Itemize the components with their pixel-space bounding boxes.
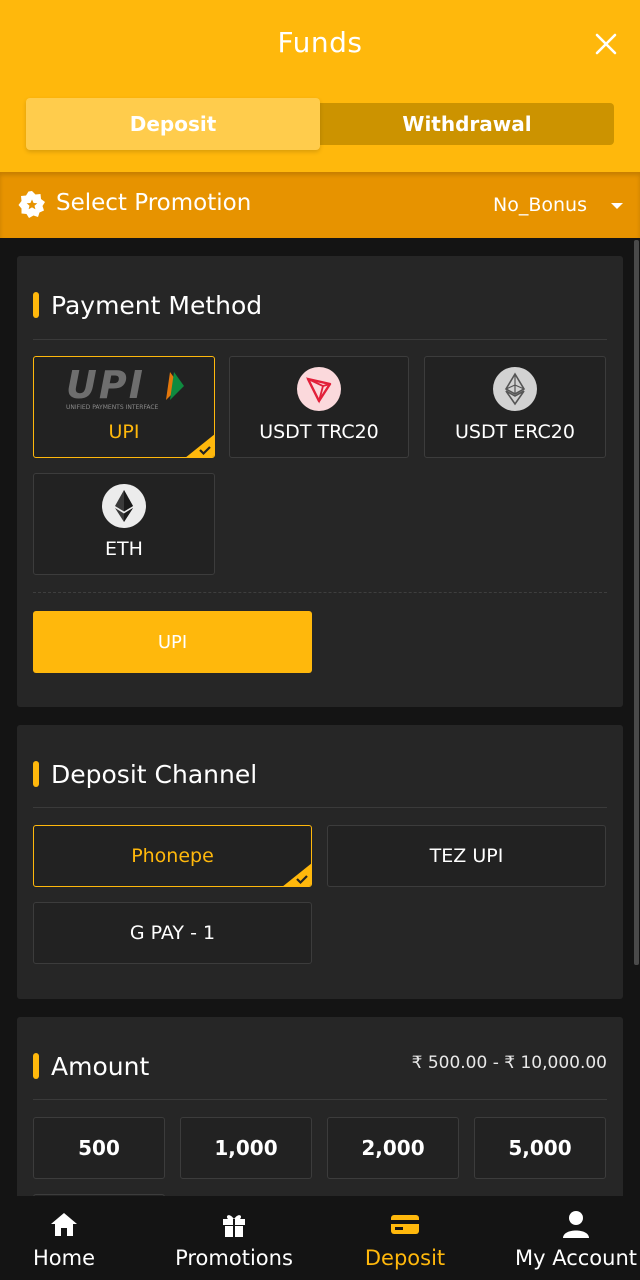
badge-icon <box>18 191 45 218</box>
payment-option-eth[interactable]: ETH <box>33 473 215 575</box>
upi-logo: UPI UNIFIED PAYMENTS INTERFACE <box>66 364 184 411</box>
nav-item-promotions[interactable]: Promotions <box>170 1196 298 1280</box>
title-accent-bar <box>33 1053 39 1079</box>
amount-preset-1000[interactable]: 1,000 <box>180 1117 312 1179</box>
user-icon <box>563 1211 589 1238</box>
promotion-bar: Select Promotion No_Bonus <box>0 172 640 238</box>
nav-label: Home <box>32 1246 95 1270</box>
nav-item-deposit[interactable]: Deposit <box>341 1196 469 1280</box>
deposit-channel-title: Deposit Channel <box>51 759 258 789</box>
selected-check-icon <box>283 863 311 886</box>
channel-option-label: G PAY - 1 <box>129 922 216 944</box>
payment-option-usdt-trc20[interactable]: USDT TRC20 <box>229 356 409 458</box>
payment-option-label: USDT TRC20 <box>259 421 379 443</box>
payment-option-usdt-erc20[interactable]: USDT ERC20 <box>424 356 606 458</box>
channel-option-label: Phonepe <box>131 845 214 867</box>
scrollbar[interactable] <box>634 240 639 965</box>
tab-deposit[interactable]: Deposit <box>26 98 320 150</box>
nav-label: Deposit <box>364 1246 446 1270</box>
payment-method-card: Payment Method UPI UNIFIED PAYMENTS INTE… <box>17 256 623 707</box>
nav-label: My Account <box>514 1246 637 1270</box>
close-button[interactable] <box>590 28 622 60</box>
upi-submethod-button[interactable]: UPI <box>33 611 312 673</box>
nav-item-home[interactable]: Home <box>0 1196 128 1280</box>
payment-method-title: Payment Method <box>51 290 263 320</box>
bottom-nav: Home Promotions Deposit My Account <box>0 1196 640 1280</box>
amount-title: Amount <box>51 1051 150 1081</box>
funds-tabs: Deposit Withdrawal <box>26 98 614 150</box>
dashed-divider <box>33 592 607 593</box>
channel-option-label: TEZ UPI <box>429 845 504 867</box>
nav-label: Promotions <box>175 1246 293 1270</box>
amount-range: ₹ 500.00 - ₹ 10,000.00 <box>411 1053 607 1073</box>
wallet-icon <box>391 1215 419 1234</box>
svg-text:UPI: UPI <box>66 364 145 407</box>
divider <box>33 1099 607 1100</box>
svg-text:UNIFIED PAYMENTS INTERFACE: UNIFIED PAYMENTS INTERFACE <box>66 404 159 411</box>
payment-option-label: ETH <box>105 538 143 560</box>
channel-option-tez-upi[interactable]: TEZ UPI <box>327 825 606 887</box>
ethereum-grey-icon <box>493 367 537 411</box>
payment-option-upi[interactable]: UPI UNIFIED PAYMENTS INTERFACE UPI <box>33 356 215 458</box>
page-title: Funds <box>277 26 363 59</box>
deposit-channel-card: Deposit Channel Phonepe TEZ UPI G PAY - … <box>17 725 623 999</box>
payment-option-label: USDT ERC20 <box>455 421 575 443</box>
amount-preset-500[interactable]: 500 <box>33 1117 165 1179</box>
nav-item-my-account[interactable]: My Account <box>512 1196 640 1280</box>
caret-down-icon <box>611 203 623 209</box>
promotion-value: No_Bonus <box>493 194 587 216</box>
divider <box>33 339 607 340</box>
channel-option-gpay-1[interactable]: G PAY - 1 <box>33 902 312 964</box>
amount-preset-2000[interactable]: 2,000 <box>327 1117 459 1179</box>
payment-method-heading: Payment Method <box>33 290 263 320</box>
amount-preset-5000[interactable]: 5,000 <box>474 1117 606 1179</box>
header: Funds Deposit Withdrawal <box>0 0 640 172</box>
tron-icon <box>297 367 341 411</box>
close-icon <box>595 33 617 55</box>
divider <box>33 807 607 808</box>
selected-check-icon <box>186 434 214 457</box>
amount-heading: Amount <box>33 1051 150 1081</box>
home-icon <box>51 1213 77 1236</box>
title-accent-bar <box>33 761 39 787</box>
ethereum-icon <box>102 484 146 528</box>
gift-icon <box>223 1215 245 1237</box>
promotion-select[interactable]: No_Bonus <box>480 190 630 220</box>
amount-card: Amount ₹ 500.00 - ₹ 10,000.00 500 1,000 … <box>17 1017 623 1256</box>
deposit-channel-heading: Deposit Channel <box>33 759 258 789</box>
channel-option-phonepe[interactable]: Phonepe <box>33 825 312 887</box>
tab-withdrawal[interactable]: Withdrawal <box>320 103 614 145</box>
promotion-label: Select Promotion <box>56 190 252 216</box>
title-accent-bar <box>33 292 39 318</box>
